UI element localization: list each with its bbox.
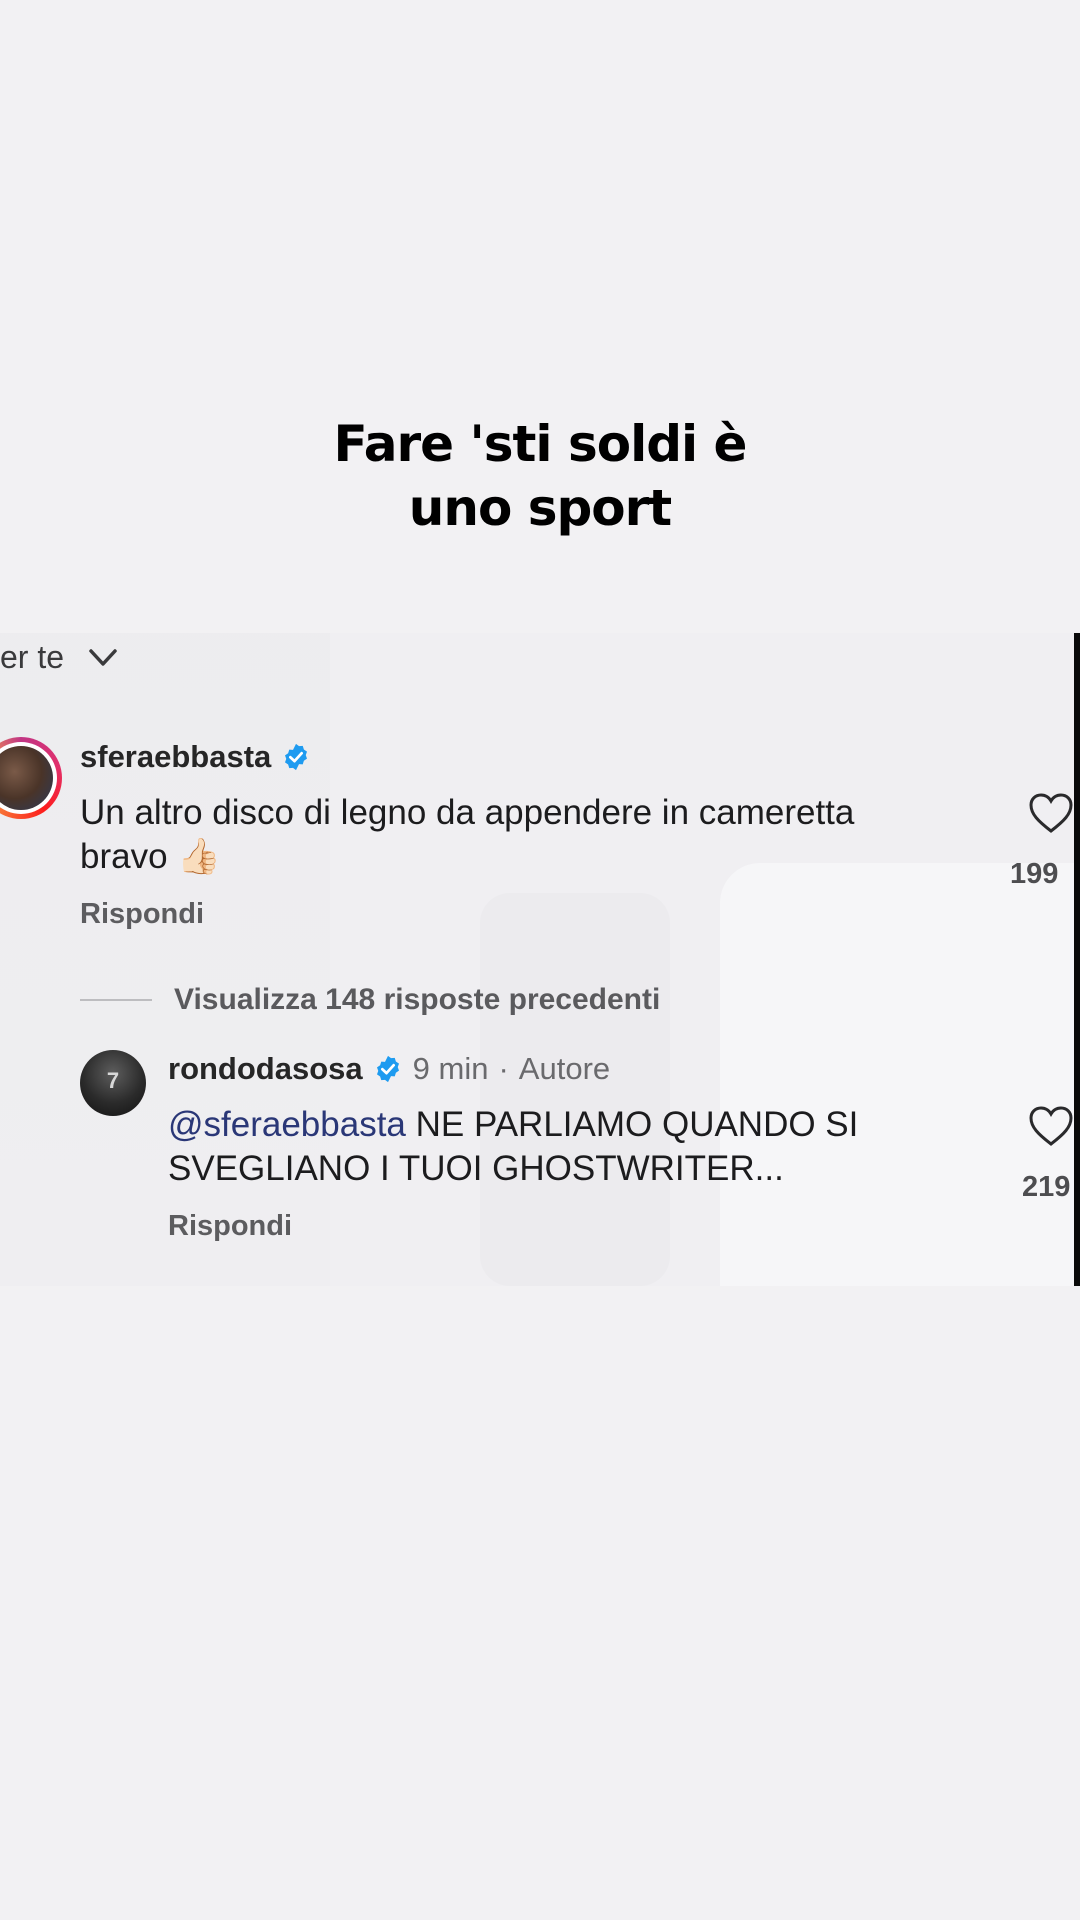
comment-line: bravo 👍🏻: [80, 837, 221, 876]
reply-line: SVEGLIANO I TUOI GHOSTWRITER...: [168, 1149, 784, 1188]
username-text: rondodasosa: [168, 1051, 363, 1086]
reply-button[interactable]: Rispondi: [168, 1210, 292, 1243]
username-text: sferaebbasta: [80, 739, 272, 774]
timestamp: 9 min: [412, 1051, 489, 1086]
reply-line-rest: NE PARLIAMO QUANDO SI: [405, 1105, 859, 1144]
comment-text: Un altro disco di legno da appendere in …: [80, 791, 854, 879]
video-caption: Fare 'sti soldi è uno sport: [0, 412, 1080, 540]
verified-badge-icon: [285, 743, 308, 771]
profile-photo: [0, 746, 53, 810]
filter-label: er te: [0, 639, 65, 675]
reply-text: @sferaebbasta NE PARLIAMO QUANDO SI SVEG…: [168, 1103, 858, 1191]
like-count: 199: [1010, 858, 1059, 890]
mention-link[interactable]: @sferaebbasta: [168, 1105, 406, 1144]
screenshot-edge: [1074, 633, 1080, 1286]
background-blur: [480, 893, 670, 1286]
heart-icon[interactable]: [1028, 1105, 1074, 1147]
jersey-number: 7: [106, 1068, 120, 1093]
caption-line-1: Fare 'sti soldi è: [333, 415, 748, 473]
author-badge: Autore: [518, 1051, 611, 1086]
reply-username[interactable]: rondodasosa 9 min · Autore: [168, 1051, 610, 1087]
comment-filter-dropdown[interactable]: er te: [0, 639, 118, 676]
comment-username[interactable]: sferaebbasta: [80, 739, 311, 775]
view-previous-replies[interactable]: Visualizza 148 risposte precedenti: [80, 983, 660, 1017]
heart-icon[interactable]: [1028, 792, 1074, 834]
chevron-down-icon: [89, 648, 117, 666]
reply-line: @sferaebbasta NE PARLIAMO QUANDO SI: [168, 1103, 858, 1147]
separator-dot: ·: [498, 1051, 509, 1086]
comments-screenshot: er te sferaebbasta Un altro disco di leg…: [0, 633, 1074, 1286]
view-replies-label: Visualizza 148 risposte precedenti: [174, 983, 661, 1016]
like-count: 219: [1022, 1171, 1071, 1203]
verified-badge-icon: [376, 1055, 399, 1083]
reply-button[interactable]: Rispondi: [80, 898, 204, 931]
background-blur: [720, 863, 1074, 1286]
divider-line: [80, 999, 152, 1001]
caption-line-2: uno sport: [408, 479, 672, 537]
comment-line: Un altro disco di legno da appendere in …: [80, 793, 855, 832]
avatar-rondodasosa[interactable]: 7: [80, 1050, 146, 1116]
